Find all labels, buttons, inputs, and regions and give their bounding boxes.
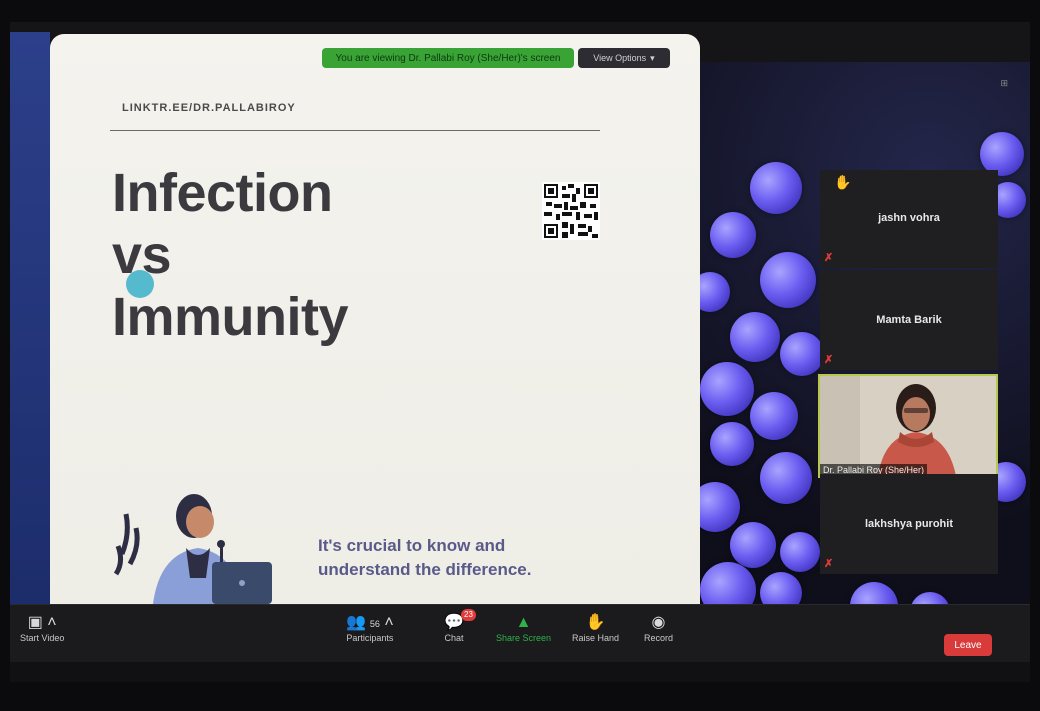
- chat-button[interactable]: 💬 23 Chat: [444, 609, 476, 643]
- participant-tile[interactable]: Mamta Barik ✗: [820, 270, 998, 370]
- raise-hand-button[interactable]: ✋ Raise Hand: [572, 613, 619, 643]
- mic-muted-icon: ✗: [824, 354, 834, 366]
- share-screen-label: Share Screen: [496, 633, 552, 643]
- presenter-illustration: [113, 494, 272, 614]
- raise-hand-icon: ✋: [585, 614, 606, 631]
- meeting-toolbar: ▣ ˄ Start Video 👥 56 ˄ Participants 💬 23 C…: [10, 604, 1030, 663]
- mic-muted-icon: ✗: [824, 252, 834, 264]
- chat-label: Chat: [444, 633, 464, 643]
- participant-tile[interactable]: lakhshya purohit ✗: [820, 474, 998, 574]
- participant-name: jashn vohra: [878, 212, 940, 224]
- share-screen-button[interactable]: ▲ Share Screen: [496, 613, 551, 643]
- slide-link: LINKTR.EE/DR.PALLABIROY: [122, 102, 296, 114]
- slide-caption-line: understand the difference.: [318, 560, 532, 579]
- side-strip: [10, 32, 50, 622]
- speaker-video-feed: [820, 376, 996, 476]
- leave-button[interactable]: Leave: [944, 634, 992, 656]
- participants-label: Participants: [346, 633, 394, 643]
- record-label: Record: [644, 633, 674, 643]
- raise-hand-icon: ✋: [834, 174, 852, 190]
- record-icon: ◉: [651, 614, 666, 631]
- screen-bezel: [10, 662, 1030, 682]
- share-screen-icon: ▲: [515, 614, 532, 631]
- slide-title-line: Infection: [112, 163, 333, 223]
- record-button[interactable]: ◉ Record: [644, 613, 673, 643]
- chat-badge: 23: [461, 609, 476, 621]
- grid-view-icon[interactable]: ⊞: [1000, 78, 1008, 89]
- start-video-label: Start Video: [20, 633, 65, 643]
- slide-caption-line: It's crucial to know and: [318, 536, 506, 555]
- video-off-icon: ▣ ˄: [27, 614, 57, 631]
- participants-count: 56: [369, 619, 380, 629]
- shared-slide: LINKTR.EE/DR.PALLABIROY Infection vs Imm…: [50, 34, 700, 624]
- slide-divider: [110, 130, 600, 131]
- view-options-button[interactable]: View Options ▾: [578, 48, 670, 68]
- participant-tile[interactable]: ✋ jashn vohra ✗: [820, 170, 998, 268]
- qr-code-icon: [542, 182, 600, 240]
- chevron-down-icon: ▾: [650, 52, 655, 63]
- people-icon: 👥 56 ˄: [346, 614, 394, 631]
- mic-muted-icon: ✗: [824, 558, 834, 570]
- participants-button[interactable]: 👥 56 ˄ Participants: [346, 613, 394, 643]
- screen-share-banner-text: You are viewing Dr. Pallabi Roy (She/Her…: [335, 52, 561, 64]
- slide-title: Infection vs Immunity: [112, 162, 349, 348]
- annotation-dot: [126, 270, 154, 298]
- zoom-window: LINKTR.EE/DR.PALLABIROY Infection vs Imm…: [10, 22, 1030, 682]
- participant-name: lakhshya purohit: [864, 518, 954, 530]
- chat-icon: 💬 23: [444, 609, 476, 633]
- start-video-button[interactable]: ▣ ˄ Start Video: [20, 613, 64, 643]
- participant-name: Mamta Barik: [876, 314, 942, 326]
- raise-hand-label: Raise Hand: [572, 633, 620, 643]
- slide-caption: It's crucial to know and understand the …: [318, 534, 531, 582]
- active-speaker-video[interactable]: Dr. Pallabi Roy (She/Her): [818, 374, 998, 478]
- view-options-label: View Options: [593, 53, 647, 63]
- screen-share-banner[interactable]: You are viewing Dr. Pallabi Roy (She/Her…: [322, 48, 574, 68]
